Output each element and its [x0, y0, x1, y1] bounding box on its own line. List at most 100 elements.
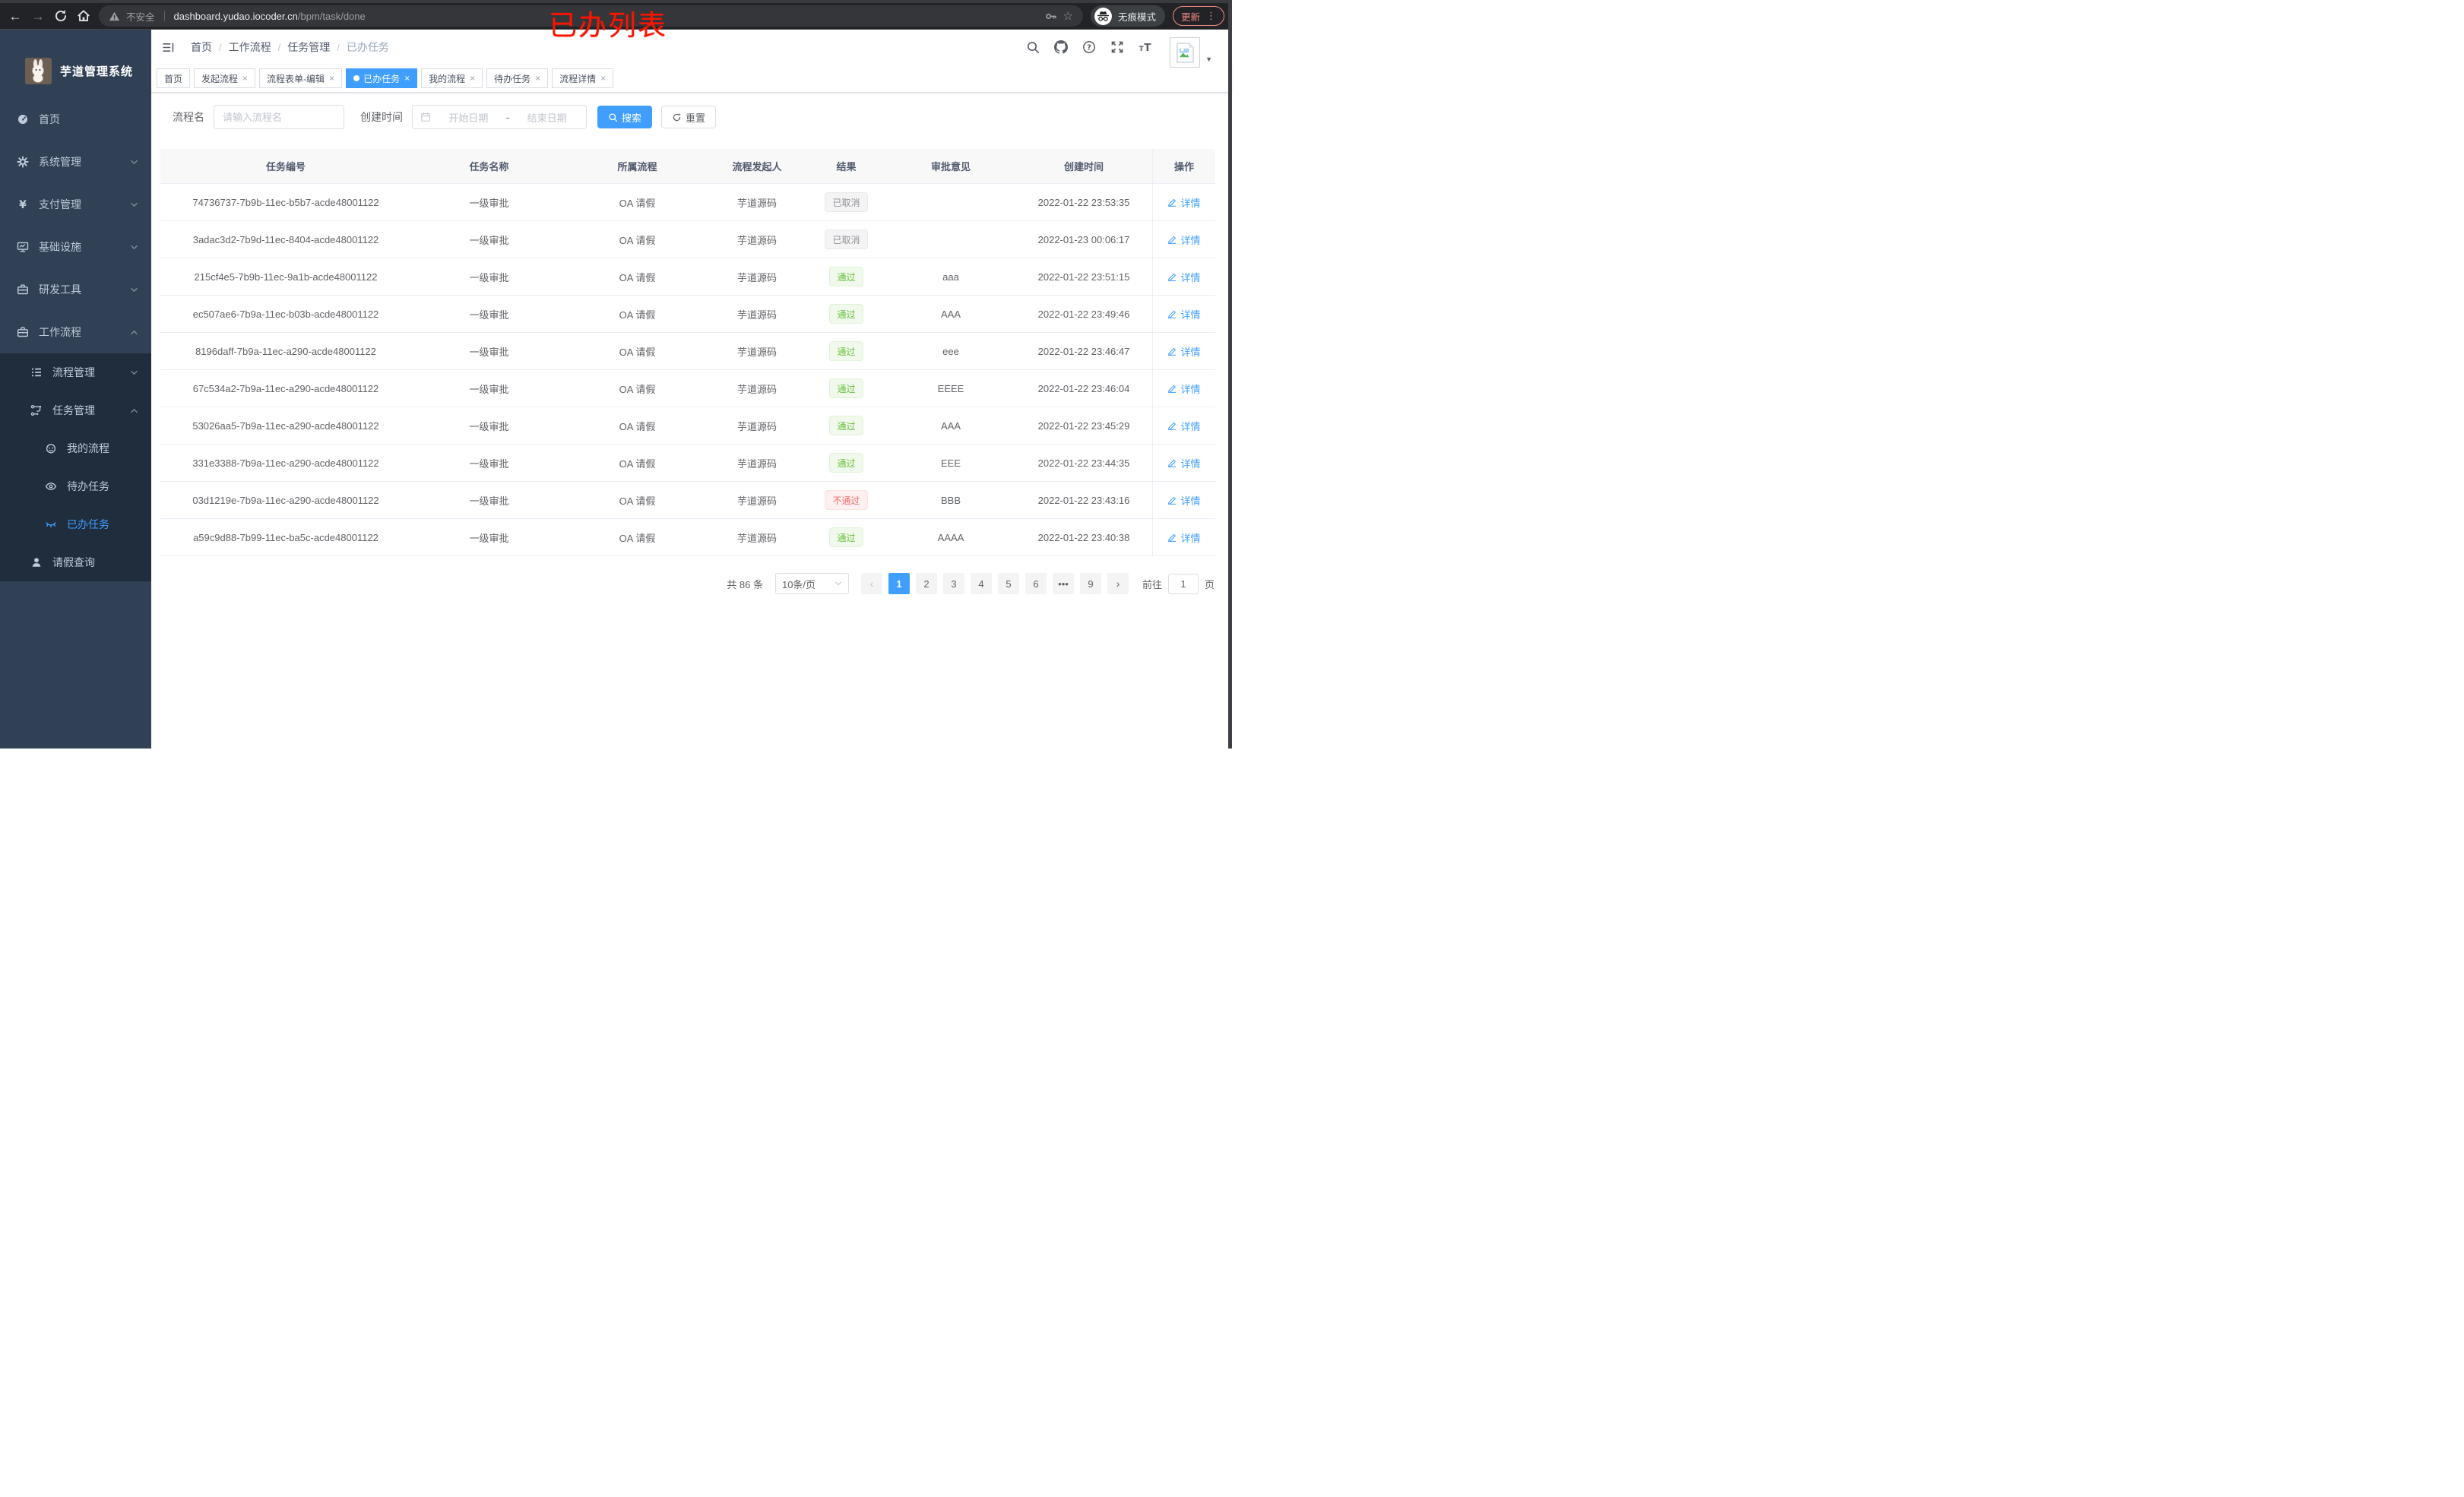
- result-badge: 通过: [829, 378, 863, 398]
- pagination-page-3[interactable]: 3: [942, 573, 964, 594]
- sidebar-item-workflow[interactable]: 工作流程: [0, 311, 151, 353]
- tab-start-process[interactable]: 发起流程 ×: [194, 68, 256, 88]
- date-range-picker[interactable]: 开始日期 - 结束日期: [412, 105, 587, 129]
- detail-link[interactable]: 详情: [1167, 233, 1201, 247]
- breadcrumb-item[interactable]: 首页: [191, 40, 212, 55]
- pagination-page-5[interactable]: 5: [997, 573, 1019, 594]
- reset-button[interactable]: 重置: [661, 106, 717, 128]
- detail-link[interactable]: 详情: [1167, 530, 1201, 545]
- detail-link[interactable]: 详情: [1167, 270, 1201, 284]
- pagination-page-4[interactable]: 4: [970, 573, 992, 594]
- home-icon[interactable]: [76, 8, 91, 24]
- url-host: dashboard.yudao.iocoder.cn: [173, 10, 298, 22]
- tab-close-icon[interactable]: ×: [470, 74, 475, 83]
- starter-cell: 芋道源码: [708, 407, 806, 445]
- process-cell: OA 请假: [567, 221, 708, 258]
- sidebar-item-system[interactable]: 系统管理: [0, 141, 151, 183]
- user-avatar-menu[interactable]: ▼: [1170, 37, 1212, 68]
- breadcrumb-item[interactable]: 任务管理: [287, 40, 330, 55]
- pagination-page-1[interactable]: 1: [888, 573, 910, 594]
- reload-icon[interactable]: [53, 8, 68, 24]
- detail-link[interactable]: 详情: [1167, 195, 1201, 210]
- action-cell: 详情: [1152, 333, 1215, 370]
- search-icon[interactable]: [1026, 40, 1040, 54]
- caret-down-icon[interactable]: ▼: [1205, 55, 1212, 63]
- help-icon[interactable]: ?: [1082, 40, 1096, 54]
- tab-close-icon[interactable]: ×: [404, 74, 410, 83]
- sidebar-item-done-task[interactable]: 已办任务: [0, 505, 151, 543]
- avatar[interactable]: [1170, 37, 1201, 68]
- detail-link[interactable]: 详情: [1167, 419, 1201, 433]
- sidebar-item-payment[interactable]: ¥ 支付管理: [0, 183, 151, 226]
- tab-todo-task[interactable]: 待办任务 ×: [486, 68, 549, 88]
- process-cell: OA 请假: [567, 184, 708, 221]
- address-bar[interactable]: 不安全 dashboard.yudao.iocoder.cn/bpm/task/…: [99, 5, 1083, 27]
- sidebar-item-todo-task[interactable]: 待办任务: [0, 467, 151, 505]
- action-cell: 详情: [1152, 370, 1215, 407]
- bookmark-star-icon[interactable]: ☆: [1063, 9, 1073, 23]
- tab-close-icon[interactable]: ×: [535, 74, 540, 83]
- forward-icon[interactable]: →: [30, 8, 46, 24]
- action-cell: 详情: [1152, 482, 1215, 519]
- sidebar-item-label: 我的流程: [67, 442, 109, 454]
- tab-home[interactable]: 首页: [157, 68, 191, 88]
- page-size-select[interactable]: 10条/页: [774, 573, 849, 594]
- update-button[interactable]: 更新 ⋮: [1172, 6, 1224, 26]
- back-icon[interactable]: ←: [8, 8, 23, 24]
- tab-form-edit[interactable]: 流程表单-编辑 ×: [259, 68, 343, 88]
- breadcrumb-item[interactable]: 工作流程: [229, 40, 271, 55]
- goto-page-input[interactable]: [1167, 573, 1199, 594]
- tab-close-icon[interactable]: ×: [600, 74, 606, 83]
- starter-cell: 芋道源码: [708, 184, 806, 221]
- tab-close-icon[interactable]: ×: [329, 74, 334, 83]
- sidebar-item-home[interactable]: 首页: [0, 98, 151, 141]
- detail-link[interactable]: 详情: [1167, 307, 1201, 321]
- result-badge: 通过: [829, 304, 863, 324]
- pagination-goto: 前往 页: [1142, 573, 1215, 594]
- table-row: 53026aa5-7b9a-11ec-a290-acde48001122 一级审批…: [160, 407, 1215, 445]
- action-cell: 详情: [1152, 445, 1215, 482]
- process-cell: OA 请假: [567, 482, 708, 519]
- sidebar-item-label: 已办任务: [67, 518, 109, 530]
- pagination-prev-button[interactable]: ‹: [860, 573, 882, 594]
- sidebar-fold-icon[interactable]: [157, 36, 179, 58]
- process-name-input[interactable]: [214, 105, 344, 129]
- pagination-page-9[interactable]: 9: [1079, 573, 1101, 594]
- pagination-page-2[interactable]: 2: [915, 573, 937, 594]
- task-id-cell: 331e3388-7b9a-11ec-a290-acde48001122: [160, 445, 411, 482]
- detail-link[interactable]: 详情: [1167, 456, 1201, 470]
- detail-link[interactable]: 详情: [1167, 381, 1201, 396]
- sidebar-item-my-process[interactable]: 我的流程: [0, 429, 151, 467]
- process-cell: OA 请假: [567, 407, 708, 445]
- tab-done-task[interactable]: 已办任务 ×: [346, 68, 418, 88]
- pagination-next-button[interactable]: ›: [1107, 573, 1129, 594]
- tab-my-process[interactable]: 我的流程 ×: [421, 68, 483, 88]
- result-cell: 通过: [806, 407, 886, 445]
- gauge-icon: [17, 113, 29, 125]
- task-name-cell: 一级审批: [411, 296, 567, 333]
- sidebar-item-task-mgmt[interactable]: 任务管理: [0, 391, 151, 429]
- tab-process-detail[interactable]: 流程详情 ×: [552, 68, 614, 88]
- pagination-page-6[interactable]: 6: [1025, 573, 1047, 594]
- sidebar-item-infra[interactable]: 基础设施: [0, 226, 151, 268]
- fullscreen-icon[interactable]: [1110, 40, 1124, 54]
- sidebar-item-process-mgmt[interactable]: 流程管理: [0, 353, 151, 391]
- detail-link[interactable]: 详情: [1167, 344, 1201, 359]
- pagination-more[interactable]: •••: [1052, 573, 1074, 594]
- sidebar-logo-row[interactable]: 芋道管理系统: [0, 30, 151, 98]
- tab-label: 待办任务: [494, 73, 531, 84]
- comment-cell: [886, 184, 1015, 221]
- tab-close-icon[interactable]: ×: [242, 74, 248, 83]
- task-name-cell: 一级审批: [411, 221, 567, 258]
- sidebar-item-devtools[interactable]: 研发工具: [0, 268, 151, 311]
- svg-text:T: T: [1144, 42, 1151, 54]
- search-button[interactable]: 搜索: [597, 106, 653, 128]
- detail-link[interactable]: 详情: [1167, 493, 1201, 508]
- browser-menu-dots-icon[interactable]: ⋮: [1206, 10, 1216, 22]
- pagination-total: 共 86 条: [727, 578, 763, 590]
- sidebar-item-leave-query[interactable]: 请假查询: [0, 543, 151, 581]
- result-cell: 通过: [806, 333, 886, 370]
- password-key-icon[interactable]: [1044, 10, 1057, 23]
- font-size-icon[interactable]: TT: [1139, 40, 1152, 54]
- github-icon[interactable]: [1054, 40, 1069, 54]
